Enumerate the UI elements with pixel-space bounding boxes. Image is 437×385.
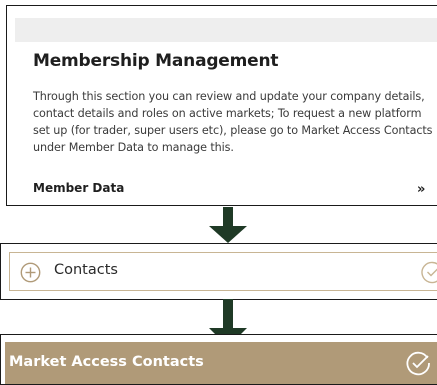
card-title: Membership Management: [33, 51, 279, 71]
check-circle-icon: [421, 261, 437, 284]
card-header-strip: [15, 18, 437, 42]
member-data-link[interactable]: Member Data: [33, 181, 124, 195]
card-description: Through this section you can review and …: [33, 90, 433, 154]
down-arrow-icon: [206, 207, 250, 243]
check-circle-icon: [406, 351, 430, 376]
contacts-row[interactable]: Contacts: [9, 252, 437, 291]
tutorial-canvas: Membership Management Through this secti…: [0, 0, 437, 385]
double-chevron-right-icon[interactable]: »: [417, 182, 425, 197]
membership-management-card: Membership Management Through this secti…: [6, 5, 437, 206]
contacts-label: Contacts: [54, 262, 118, 278]
market-access-contacts-row[interactable]: Market Access Contacts: [5, 342, 437, 384]
plus-circle-icon[interactable]: [20, 262, 41, 283]
market-access-contacts-panel: Market Access Contacts: [0, 334, 437, 385]
contacts-accordion: Contacts: [0, 243, 437, 300]
market-access-contacts-label: Market Access Contacts: [9, 354, 204, 370]
